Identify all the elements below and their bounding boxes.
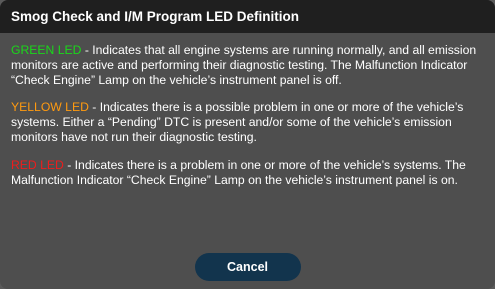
green-led-text: - Indicates that all engine systems are …: [11, 43, 477, 87]
green-led-label: GREEN LED: [11, 43, 82, 57]
green-led-definition: GREEN LED - Indicates that all engine sy…: [11, 43, 484, 87]
dialog-content: GREEN LED - Indicates that all engine sy…: [0, 33, 495, 187]
red-led-label: RED LED: [11, 157, 64, 172]
cancel-button[interactable]: Cancel: [194, 253, 301, 281]
yellow-led-label: YELLOW LED: [11, 100, 89, 115]
dialog-title: Smog Check and I/M Program LED Definitio…: [0, 0, 495, 33]
dialog-footer: Cancel: [0, 253, 495, 281]
led-definition-dialog: Smog Check and I/M Program LED Definitio…: [0, 0, 495, 289]
yellow-led-definition: YELLOW LED - Indicates there is a possib…: [11, 100, 484, 144]
red-led-definition: RED LED - Indicates there is a problem i…: [11, 158, 484, 188]
red-led-text: - Indicates there is a problem in one or…: [11, 157, 466, 187]
